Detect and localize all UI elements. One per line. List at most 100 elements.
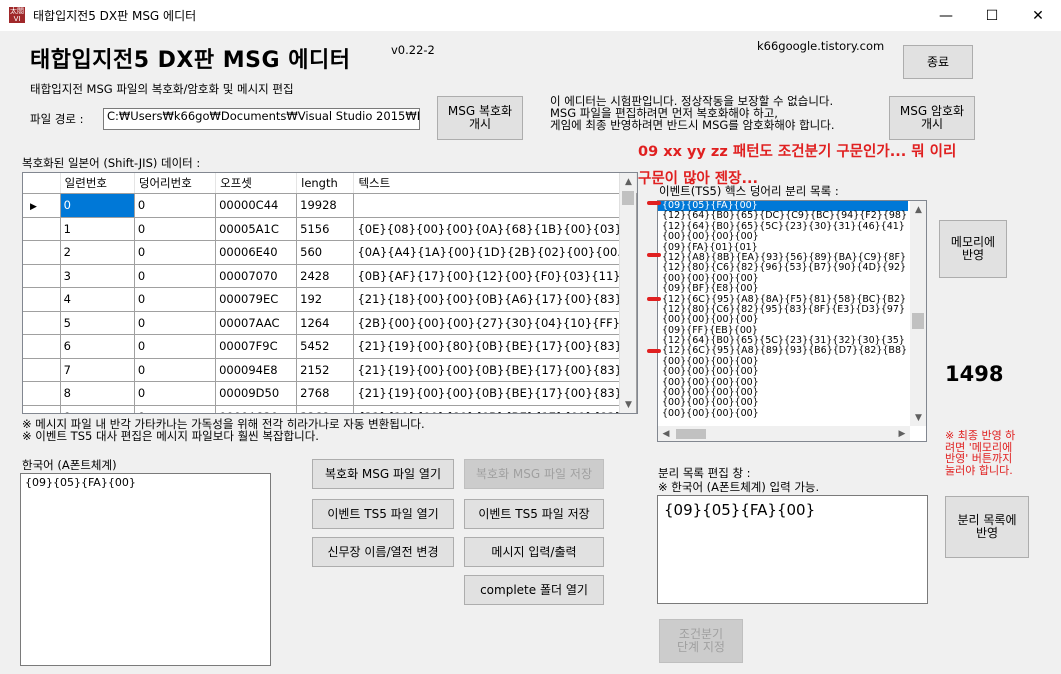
scroll-down-icon[interactable]: ▼ — [910, 409, 926, 426]
table-cell[interactable]: 5452 — [296, 334, 355, 359]
set-branch-step-button[interactable]: 조건분기 단계 지정 — [659, 619, 743, 663]
message-io-button[interactable]: 메시지 입력/출력 — [464, 537, 604, 567]
table-cell[interactable]: 0000A820 — [215, 405, 298, 413]
apply-to-memory-button[interactable]: 메모리에 반영 — [939, 220, 1007, 278]
table-cell[interactable]: 2 — [60, 240, 135, 265]
open-decrypted-msg-button[interactable]: 복호화 MSG 파일 열기 — [312, 459, 454, 489]
table-cell[interactable]: 1 — [60, 217, 135, 241]
scroll-down-icon[interactable]: ▼ — [620, 396, 637, 413]
close-button[interactable]: ✕ — [1015, 0, 1061, 31]
scroll-thumb[interactable] — [912, 313, 924, 329]
table-cell[interactable]: 4 — [60, 287, 135, 312]
table-cell[interactable]: 5156 — [296, 217, 355, 241]
table-cell[interactable]: 3268 — [296, 405, 355, 413]
row-header[interactable] — [23, 334, 61, 359]
table-cell[interactable]: 192 — [296, 287, 355, 312]
list-item[interactable]: {00}{00}{00}{00} — [658, 231, 926, 242]
table-cell[interactable]: 2152 — [296, 358, 355, 382]
table-row[interactable]: 7 0 000094E8 2152 {21}{19}{00}{00}{0B}{BE}{1… — [23, 358, 637, 382]
table-cell[interactable]: 7 — [60, 358, 135, 382]
scroll-up-icon[interactable]: ▲ — [620, 173, 637, 190]
table-cell[interactable]: {21}{19}{00}{00}{0B}{BE}{17}{00}{83}... — [353, 381, 637, 406]
table-row[interactable]: 5 0 00007AAC 1264 {2B}{00}{00}{00}{27}{30}{0… — [23, 311, 637, 335]
current-row-indicator[interactable]: ▶ — [23, 193, 61, 218]
scroll-left-icon[interactable]: ◀ — [658, 426, 674, 441]
table-cell[interactable]: 560 — [296, 240, 355, 265]
row-header[interactable] — [23, 217, 61, 241]
scroll-right-icon[interactable]: ▶ — [894, 426, 910, 441]
open-complete-folder-button[interactable]: complete 폴더 열기 — [464, 575, 604, 605]
table-cell[interactable]: {21}{18}{00}{00}{0B}{A6}{17}{00}{83}... — [353, 287, 637, 312]
hexlist-hscroll[interactable]: ◀ ▶ — [658, 426, 910, 441]
table-row[interactable]: 8 0 00009D50 2768 {21}{19}{00}{00}{0B}{BE}{1… — [23, 381, 637, 406]
table-cell[interactable]: 0 — [134, 240, 217, 265]
table-cell[interactable]: 0 — [60, 193, 135, 218]
scroll-up-icon[interactable]: ▲ — [910, 201, 926, 218]
table-cell[interactable]: 0 — [134, 405, 217, 413]
scroll-thumb[interactable] — [622, 191, 634, 205]
table-cell[interactable]: 000094E8 — [215, 358, 298, 382]
open-ts5-button[interactable]: 이벤트 TS5 파일 열기 — [312, 499, 454, 529]
table-cell[interactable]: 0 — [134, 311, 217, 335]
table-cell[interactable]: 0 — [134, 264, 217, 288]
column-header[interactable]: 텍스트 — [353, 173, 637, 194]
save-decrypted-msg-button[interactable]: 복호화 MSG 파일 저장 — [464, 459, 604, 489]
save-ts5-button[interactable]: 이벤트 TS5 파일 저장 — [464, 499, 604, 529]
grid-scrollbar[interactable]: ▲ ▼ — [619, 173, 636, 413]
split-edit-textarea[interactable]: {09}{05}{FA}{00} — [657, 495, 928, 604]
table-cell[interactable]: 3 — [60, 264, 135, 288]
minimize-button[interactable]: — — [923, 0, 969, 31]
table-cell[interactable]: 0 — [134, 287, 217, 312]
decrypted-data-grid[interactable]: 일련번호 덩어리번호 오프셋 length 텍스트 ▶ 0 0 00000C44 199… — [22, 172, 638, 414]
decrypt-msg-button[interactable]: MSG 복호화 개시 — [437, 96, 523, 140]
quit-button[interactable]: 종료 — [903, 45, 973, 79]
table-cell[interactable]: {0E}{08}{00}{00}{0A}{68}{1B}{00}{03}... — [353, 217, 637, 241]
table-cell[interactable]: 00007F9C — [215, 334, 298, 359]
column-header[interactable]: 오프셋 — [215, 173, 298, 194]
table-cell[interactable]: 0 — [134, 381, 217, 406]
row-header[interactable] — [23, 358, 61, 382]
row-header[interactable] — [23, 240, 61, 265]
list-item[interactable]: {00}{00}{00}{00} — [658, 408, 926, 419]
table-cell[interactable]: 00006E40 — [215, 240, 298, 265]
table-row[interactable]: 3 0 00007070 2428 {0B}{AF}{17}{00}{12}{00}{F… — [23, 264, 637, 288]
table-row[interactable]: 2 0 00006E40 560 {0A}{A4}{1A}{00}{1D}{2B}{02… — [23, 240, 637, 265]
row-header[interactable] — [23, 381, 61, 406]
table-cell[interactable] — [353, 193, 637, 218]
korean-textarea[interactable]: {09}{05}{FA}{00} — [20, 473, 271, 666]
table-cell[interactable]: {21}{19}{00}{80}{0B}{BE}{17}{00}{83}... — [353, 405, 637, 413]
list-item[interactable]: {09}{BF}{E8}{00} — [658, 283, 926, 294]
table-cell[interactable]: 00005A1C — [215, 217, 298, 241]
table-row[interactable]: 4 0 000079EC 192 {21}{18}{00}{00}{0B}{A6}{17… — [23, 287, 637, 312]
encrypt-msg-button[interactable]: MSG 암호화 개시 — [889, 96, 975, 140]
table-cell[interactable]: {21}{19}{00}{80}{0B}{BE}{17}{00}{83}... — [353, 334, 637, 359]
table-cell[interactable]: 00007070 — [215, 264, 298, 288]
table-cell[interactable]: 5 — [60, 311, 135, 335]
table-cell[interactable]: 00000C44 — [215, 193, 298, 218]
table-cell[interactable]: 00009D50 — [215, 381, 298, 406]
table-cell[interactable]: 0 — [134, 193, 217, 218]
table-cell[interactable]: 2428 — [296, 264, 355, 288]
hexlist-vscroll[interactable]: ▲ ▼ — [910, 201, 926, 426]
row-header[interactable] — [23, 311, 61, 335]
table-row[interactable]: 6 0 00007F9C 5452 {21}{19}{00}{80}{0B}{BE}{1… — [23, 334, 637, 359]
row-header[interactable] — [23, 264, 61, 288]
maximize-button[interactable]: ☐ — [969, 0, 1015, 31]
table-cell[interactable]: 0 — [134, 334, 217, 359]
table-cell[interactable]: {21}{19}{00}{00}{0B}{BE}{17}{00}{83}... — [353, 358, 637, 382]
table-cell[interactable]: 0 — [134, 217, 217, 241]
table-cell[interactable]: {0A}{A4}{1A}{00}{1D}{2B}{02}{00}{00... — [353, 240, 637, 265]
scroll-thumb[interactable] — [676, 429, 706, 439]
row-header[interactable] — [23, 405, 61, 413]
column-header[interactable]: 덩어리번호 — [134, 173, 217, 194]
table-cell[interactable]: 0 — [134, 358, 217, 382]
table-cell[interactable]: {2B}{00}{00}{00}{27}{30}{04}{10}{FF}... — [353, 311, 637, 335]
table-row[interactable]: 1 0 00005A1C 5156 {0E}{08}{00}{00}{0A}{68}{1… — [23, 217, 637, 241]
table-cell[interactable]: 19928 — [296, 193, 355, 218]
table-cell[interactable]: 1264 — [296, 311, 355, 335]
column-header[interactable]: 일련번호 — [60, 173, 135, 194]
table-cell[interactable]: 2768 — [296, 381, 355, 406]
table-cell[interactable]: 9 — [60, 405, 135, 413]
rename-officer-button[interactable]: 신무장 이름/열전 변경 — [312, 537, 454, 567]
row-header[interactable] — [23, 287, 61, 312]
